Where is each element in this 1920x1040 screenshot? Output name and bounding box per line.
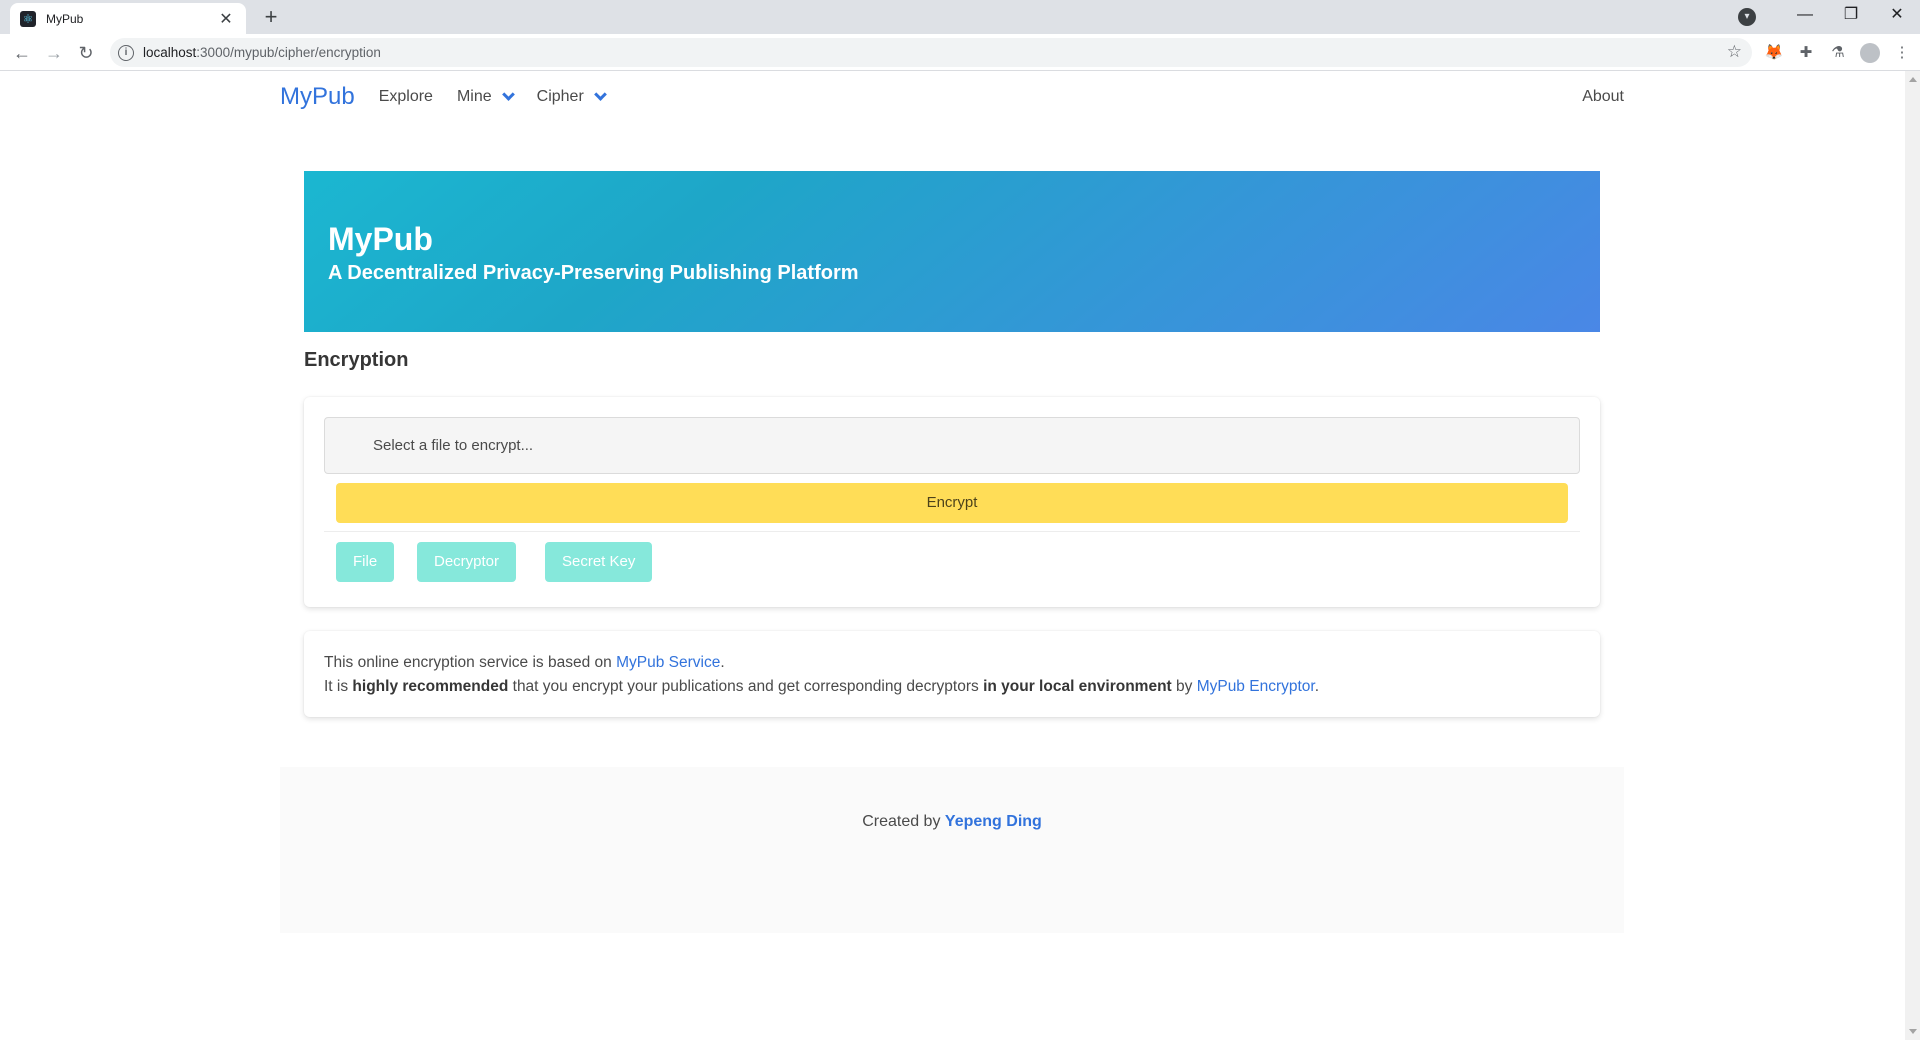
labs-flask-icon[interactable]: ⚗ — [1824, 39, 1852, 67]
tab-close-icon[interactable]: ✕ — [216, 9, 236, 29]
note-text: . — [1314, 678, 1320, 695]
note-text: This online encryption service is based … — [324, 654, 617, 671]
nav-explore-label: Explore — [378, 88, 433, 105]
mypub-service-link[interactable]: MyPub Service — [616, 654, 720, 671]
chevron-down-icon — [501, 87, 515, 101]
browser-tab-strip: ⚛ MyPub ✕ + ▾ — ❐ ✕ — [0, 0, 1920, 34]
site-navbar: MyPub Explore Mine Cipher About — [280, 71, 1624, 123]
extensions-area: 🦊 ✚ ⚗ ⋮ — [1760, 39, 1916, 67]
note-text: that you encrypt your publications and g… — [508, 678, 984, 695]
back-icon[interactable]: ← — [8, 39, 36, 67]
hero-banner: MyPub A Decentralized Privacy-Preserving… — [304, 171, 1600, 332]
hero-subtitle: A Decentralized Privacy-Preserving Publi… — [328, 262, 859, 284]
site-info-icon[interactable]: i — [118, 44, 134, 61]
bookmark-star-icon[interactable]: ☆ — [1727, 42, 1742, 62]
tab-title: MyPub — [46, 11, 84, 26]
url-host: localhost — [143, 45, 197, 60]
browser-menu-icon[interactable]: ⋮ — [1888, 39, 1916, 67]
download-decryptor-button[interactable]: Decryptor — [417, 542, 517, 582]
note-text: . — [720, 654, 725, 671]
browser-toolbar: ← → ↻ i localhost:3000/mypub/cipher/encr… — [0, 34, 1920, 71]
window-controls: ▾ — ❐ ✕ — [1738, 0, 1920, 34]
footer-created-by: Created by — [862, 813, 945, 830]
download-secret-key-button[interactable]: Secret Key — [545, 542, 653, 582]
extensions-puzzle-icon[interactable]: ✚ — [1792, 39, 1820, 67]
note-emphasis: in your local environment — [983, 678, 1172, 695]
close-window-icon[interactable]: ✕ — [1874, 0, 1920, 34]
react-favicon-icon: ⚛ — [20, 10, 36, 27]
url-path: :3000/mypub/cipher/encryption — [196, 45, 381, 60]
nav-cipher-dropdown[interactable]: Cipher — [536, 87, 607, 106]
info-note: This online encryption service is based … — [304, 631, 1600, 717]
brand-logo-link[interactable]: MyPub — [280, 83, 355, 111]
mypub-encryptor-link[interactable]: MyPub Encryptor — [1197, 678, 1315, 695]
nav-mine-label: Mine — [456, 88, 492, 105]
page-scrollbar[interactable] — [1905, 71, 1920, 1040]
minimize-icon[interactable]: — — [1782, 0, 1828, 34]
browser-tab[interactable]: ⚛ MyPub ✕ — [10, 3, 246, 34]
file-select-input[interactable]: Select a file to encrypt... — [324, 417, 1580, 474]
metamask-fox-icon[interactable]: 🦊 — [1760, 39, 1788, 67]
note-line-1: This online encryption service is based … — [324, 651, 1580, 675]
page-title: Encryption — [304, 349, 409, 371]
nav-about[interactable]: About — [1582, 88, 1624, 106]
note-line-2: It is highly recommended that you encryp… — [324, 675, 1580, 699]
site-footer: Created by Yepeng Ding — [280, 767, 1624, 933]
author-link[interactable]: Yepeng Ding — [945, 813, 1042, 830]
url-text: localhost:3000/mypub/cipher/encryption — [143, 45, 381, 60]
nav-mine-dropdown[interactable]: Mine — [456, 87, 515, 106]
scroll-down-icon[interactable] — [1909, 1029, 1917, 1034]
encrypt-button[interactable]: Encrypt — [336, 483, 1568, 523]
encryption-card: Select a file to encrypt... Encrypt File… — [304, 397, 1600, 607]
forward-icon[interactable]: → — [40, 39, 68, 67]
nav-explore[interactable]: Explore — [379, 88, 433, 106]
page-viewport: MyPub Explore Mine Cipher About MyPub A … — [0, 71, 1905, 1040]
scroll-up-icon[interactable] — [1909, 77, 1917, 82]
note-emphasis: highly recommended — [352, 678, 509, 695]
tab-search-icon[interactable]: ▾ — [1738, 8, 1756, 26]
note-text: by — [1171, 678, 1197, 695]
restore-icon[interactable]: ❐ — [1828, 0, 1874, 34]
profile-avatar-icon[interactable] — [1856, 39, 1884, 67]
reload-icon[interactable]: ↻ — [72, 39, 100, 67]
new-tab-button[interactable]: + — [258, 4, 284, 30]
card-divider — [324, 531, 1580, 532]
hero-title: MyPub — [328, 221, 433, 257]
address-bar[interactable]: i localhost:3000/mypub/cipher/encryption… — [110, 38, 1752, 67]
download-file-button[interactable]: File — [336, 542, 395, 582]
chevron-down-icon — [593, 87, 607, 101]
note-text: It is — [324, 678, 353, 695]
nav-cipher-label: Cipher — [536, 88, 584, 105]
